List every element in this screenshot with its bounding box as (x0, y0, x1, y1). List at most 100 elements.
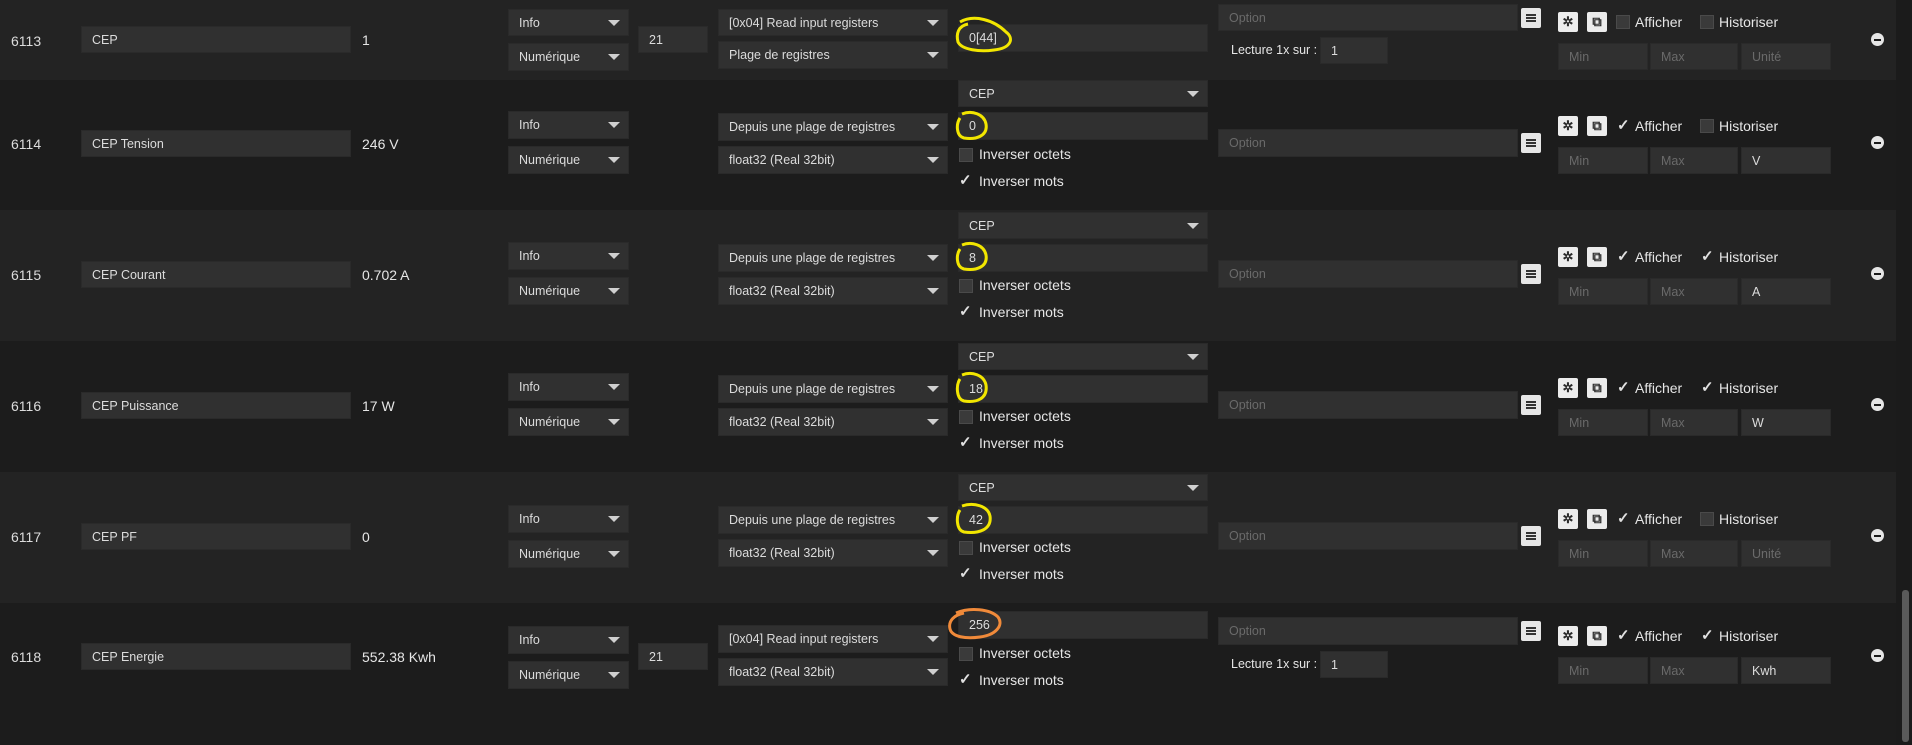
gears-icon[interactable]: ✲ (1558, 116, 1578, 136)
max-input[interactable]: Max (1650, 278, 1738, 305)
max-input[interactable]: Max (1650, 657, 1738, 684)
option-input[interactable]: Option (1218, 129, 1518, 157)
function-select[interactable]: Depuis une plage de registres (718, 244, 948, 272)
copy-icon[interactable]: ⧉ (1587, 12, 1607, 32)
function-select[interactable]: Depuis une plage de registres (718, 506, 948, 534)
check-icon[interactable]: ✓ (959, 173, 972, 188)
slave-input[interactable]: 21 (638, 643, 708, 670)
max-input[interactable]: Max (1650, 540, 1738, 567)
historiser-checkbox[interactable] (1700, 512, 1714, 526)
copy-icon[interactable]: ⧉ (1587, 116, 1607, 136)
subtype-select[interactable]: Numérique (508, 277, 629, 305)
min-input[interactable]: Min (1558, 409, 1648, 436)
copy-icon[interactable]: ⧉ (1587, 509, 1607, 529)
check-icon[interactable]: ✓ (959, 566, 972, 581)
name-input[interactable]: CEP Tension (81, 130, 351, 157)
gears-icon[interactable]: ✲ (1558, 247, 1578, 267)
option-input[interactable]: Option (1218, 391, 1518, 419)
gears-icon[interactable]: ✲ (1558, 378, 1578, 398)
source-select[interactable]: CEP (958, 474, 1208, 501)
unit-input[interactable]: Kwh (1741, 657, 1831, 684)
unit-input[interactable]: Unité (1741, 43, 1831, 70)
min-input[interactable]: Min (1558, 43, 1648, 70)
option-input[interactable]: Option (1218, 522, 1518, 550)
option-list-icon[interactable] (1521, 133, 1541, 153)
subtype-select[interactable]: Numérique (508, 661, 629, 689)
function-select[interactable]: [0x04] Read input registers (718, 9, 948, 36)
afficher-checkbox[interactable] (1616, 15, 1630, 29)
option-list-icon[interactable] (1521, 621, 1541, 641)
inverser-octets-checkbox[interactable] (959, 410, 973, 424)
min-input[interactable]: Min (1558, 657, 1648, 684)
inverser-octets-checkbox[interactable] (959, 148, 973, 162)
format-select[interactable]: float32 (Real 32bit) (718, 539, 948, 567)
afficher-check-icon[interactable]: ✓ (1617, 628, 1630, 643)
historiser-check-icon[interactable]: ✓ (1701, 628, 1714, 643)
remove-icon[interactable] (1871, 529, 1884, 542)
max-input[interactable]: Max (1650, 409, 1738, 436)
max-input[interactable]: Max (1650, 43, 1738, 70)
scrollbar-thumb[interactable] (1902, 590, 1909, 742)
format-select[interactable]: float32 (Real 32bit) (718, 146, 948, 174)
historiser-check-icon[interactable]: ✓ (1701, 380, 1714, 395)
min-input[interactable]: Min (1558, 278, 1648, 305)
source-select[interactable]: CEP (958, 343, 1208, 370)
unit-input[interactable]: A (1741, 278, 1831, 305)
address-input[interactable]: 0 (958, 112, 1208, 140)
type-select[interactable]: Info (508, 626, 629, 654)
function-select[interactable]: Depuis une plage de registres (718, 113, 948, 141)
inverser-octets-checkbox[interactable] (959, 541, 973, 555)
option-list-icon[interactable] (1521, 526, 1541, 546)
historiser-checkbox[interactable] (1700, 119, 1714, 133)
remove-icon[interactable] (1871, 649, 1884, 662)
scrollbar[interactable] (1898, 0, 1912, 745)
address-input[interactable]: 18 (958, 375, 1208, 403)
historiser-checkbox[interactable] (1700, 15, 1714, 29)
remove-icon[interactable] (1871, 136, 1884, 149)
name-input[interactable]: CEP (81, 26, 351, 53)
option-list-icon[interactable] (1521, 8, 1541, 28)
option-input[interactable]: Option (1218, 4, 1518, 31)
type-select[interactable]: Info (508, 505, 629, 533)
option-input[interactable]: Option (1218, 260, 1518, 288)
address-input[interactable]: 8 (958, 244, 1208, 272)
subtype-select[interactable]: Numérique (508, 43, 629, 71)
gears-icon[interactable]: ✲ (1558, 626, 1578, 646)
min-input[interactable]: Min (1558, 147, 1648, 174)
lecture-input[interactable]: 1 (1320, 651, 1388, 678)
inverser-octets-checkbox[interactable] (959, 279, 973, 293)
remove-icon[interactable] (1871, 267, 1884, 280)
source-select[interactable]: CEP (958, 80, 1208, 107)
afficher-check-icon[interactable]: ✓ (1617, 249, 1630, 264)
historiser-check-icon[interactable]: ✓ (1701, 249, 1714, 264)
check-icon[interactable]: ✓ (959, 672, 972, 687)
type-select[interactable]: Info (508, 9, 629, 36)
copy-icon[interactable]: ⧉ (1587, 378, 1607, 398)
copy-icon[interactable]: ⧉ (1587, 247, 1607, 267)
max-input[interactable]: Max (1650, 147, 1738, 174)
check-icon[interactable]: ✓ (959, 435, 972, 450)
afficher-check-icon[interactable]: ✓ (1617, 511, 1630, 526)
gears-icon[interactable]: ✲ (1558, 509, 1578, 529)
unit-input[interactable]: Unité (1741, 540, 1831, 567)
type-select[interactable]: Info (508, 242, 629, 270)
check-icon[interactable]: ✓ (959, 304, 972, 319)
lecture-input[interactable]: 1 (1320, 37, 1388, 64)
type-select[interactable]: Info (508, 373, 629, 401)
format-select[interactable]: Plage de registres (718, 41, 948, 69)
copy-icon[interactable]: ⧉ (1587, 626, 1607, 646)
subtype-select[interactable]: Numérique (508, 408, 629, 436)
option-input[interactable]: Option (1218, 617, 1518, 645)
gears-icon[interactable]: ✲ (1558, 12, 1578, 32)
subtype-select[interactable]: Numérique (508, 540, 629, 568)
source-select[interactable]: CEP (958, 212, 1208, 239)
name-input[interactable]: CEP Energie (81, 643, 351, 670)
format-select[interactable]: float32 (Real 32bit) (718, 408, 948, 436)
remove-icon[interactable] (1871, 33, 1884, 46)
function-select[interactable]: Depuis une plage de registres (718, 375, 948, 403)
option-list-icon[interactable] (1521, 395, 1541, 415)
unit-input[interactable]: V (1741, 147, 1831, 174)
min-input[interactable]: Min (1558, 540, 1648, 567)
type-select[interactable]: Info (508, 111, 629, 139)
afficher-check-icon[interactable]: ✓ (1617, 380, 1630, 395)
